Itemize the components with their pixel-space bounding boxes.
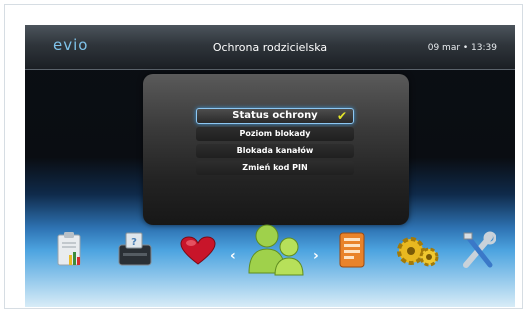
menu-item-status-ochrony[interactable]: Status ochrony ✔ [196, 108, 354, 124]
top-bar: evio Ochrona rodzicielska 09 mar • 13:39 [25, 25, 515, 70]
calendar-guide-icon[interactable] [338, 231, 366, 269]
tv-screen: evio Ochrona rodzicielska 09 mar • 13:39… [25, 25, 515, 307]
menu-item-label: Status ochrony [232, 110, 318, 121]
checkmark-icon: ✔ [336, 109, 347, 123]
nav-left-arrow[interactable]: ‹ [230, 248, 236, 264]
parental-control-panel: Status ochrony ✔ Poziom blokady Blokada … [143, 74, 409, 225]
tools-icon[interactable] [460, 231, 497, 271]
menu-item-label: Blokada kanałów [236, 146, 314, 155]
tv-printer-icon[interactable]: ? [117, 231, 153, 269]
menu-item-blokada-kanalow[interactable]: Blokada kanałów [196, 144, 354, 158]
gears-icon[interactable] [395, 233, 439, 269]
parental-control-icon[interactable] [245, 223, 307, 277]
date-time: 09 mar • 13:39 [427, 43, 497, 53]
nav-right-arrow[interactable]: › [313, 248, 319, 264]
heart-icon[interactable] [180, 236, 216, 266]
menu-item-poziom-blokady[interactable]: Poziom blokady [196, 127, 354, 141]
clipboard-chart-icon[interactable] [55, 231, 85, 269]
menu-item-zmien-kod-pin[interactable]: Zmień kod PIN [196, 161, 354, 175]
svg-text:?: ? [131, 237, 137, 248]
screenshot-frame: evio Ochrona rodzicielska 09 mar • 13:39… [4, 4, 523, 309]
menu-item-label: Poziom blokady [239, 129, 311, 138]
menu-item-label: Zmień kod PIN [242, 163, 308, 172]
